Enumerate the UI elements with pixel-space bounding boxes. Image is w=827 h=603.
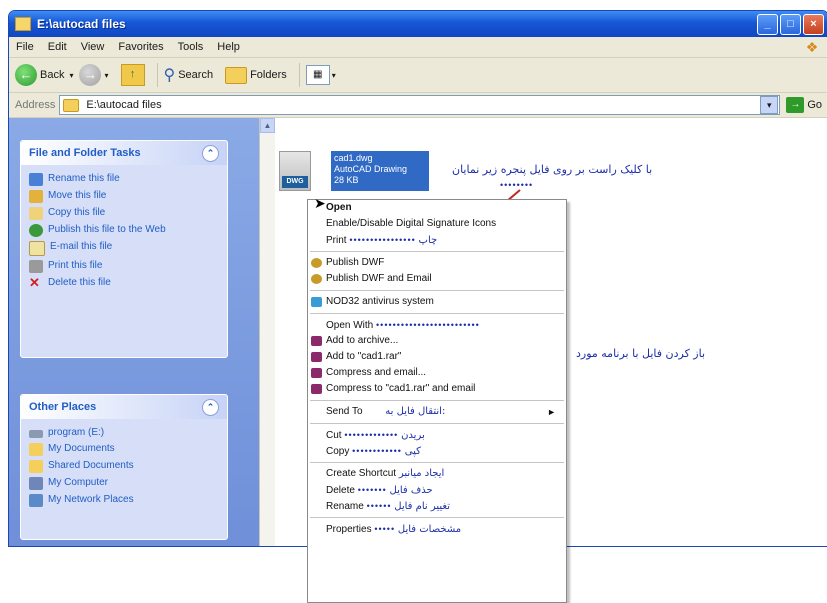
menu-digital-signature[interactable]: Enable/Disable Digital Signature Icons xyxy=(308,216,566,232)
menu-properties[interactable]: Properties ••••• مشخصات فایل xyxy=(308,521,566,537)
menu-copy[interactable]: Copy •••••••••••• کپی xyxy=(308,443,566,459)
menu-add-rar[interactable]: Add to "cad1.rar" xyxy=(308,349,566,365)
menu-add-archive[interactable]: Add to archive... xyxy=(308,333,566,349)
menu-open-with[interactable]: Open With ••••••••••••••••••••••••• xyxy=(308,317,566,333)
menu-nod32[interactable]: NOD32 antivirus system xyxy=(308,294,566,310)
menu-print[interactable]: Print •••••••••••••••• چاپ xyxy=(308,232,566,248)
menu-separator xyxy=(310,517,564,518)
winrar-icon xyxy=(311,336,322,346)
menu-separator xyxy=(310,400,564,401)
menu-rename[interactable]: Rename •••••• تغییر نام فایل xyxy=(308,498,566,514)
winrar-icon xyxy=(311,352,322,362)
menu-send-to[interactable]: Send To انتقال فایل به: ► xyxy=(308,404,566,420)
menu-separator xyxy=(310,462,564,463)
winrar-icon xyxy=(311,384,322,394)
mouse-cursor-icon: ➤ xyxy=(314,195,326,211)
annotation-open-with: باز کردن فایل با برنامه مورد xyxy=(576,347,706,360)
publish-icon xyxy=(311,274,322,284)
menu-publish-dwf[interactable]: Publish DWF xyxy=(308,255,566,271)
menu-open[interactable]: Open xyxy=(308,200,566,216)
menu-separator xyxy=(310,251,564,252)
winrar-icon xyxy=(311,368,322,378)
antivirus-icon xyxy=(311,297,322,307)
menu-publish-dwf-email[interactable]: Publish DWF and Email xyxy=(308,271,566,287)
menu-delete[interactable]: Delete ••••••• حذف فایل xyxy=(308,482,566,498)
publish-icon xyxy=(311,258,322,268)
menu-cut[interactable]: Cut ••••••••••••• بریدن xyxy=(308,427,566,443)
menu-separator xyxy=(310,423,564,424)
context-menu: Open Enable/Disable Digital Signature Ic… xyxy=(307,199,567,603)
menu-separator xyxy=(310,290,564,291)
submenu-arrow-icon: ► xyxy=(547,407,556,417)
menu-compress-email[interactable]: Compress and email... xyxy=(308,365,566,381)
menu-create-shortcut[interactable]: Create Shortcut ایجاد میانبر xyxy=(308,466,566,482)
menu-compress-rar-email[interactable]: Compress to "cad1.rar" and email xyxy=(308,381,566,397)
menu-separator xyxy=(310,313,564,314)
